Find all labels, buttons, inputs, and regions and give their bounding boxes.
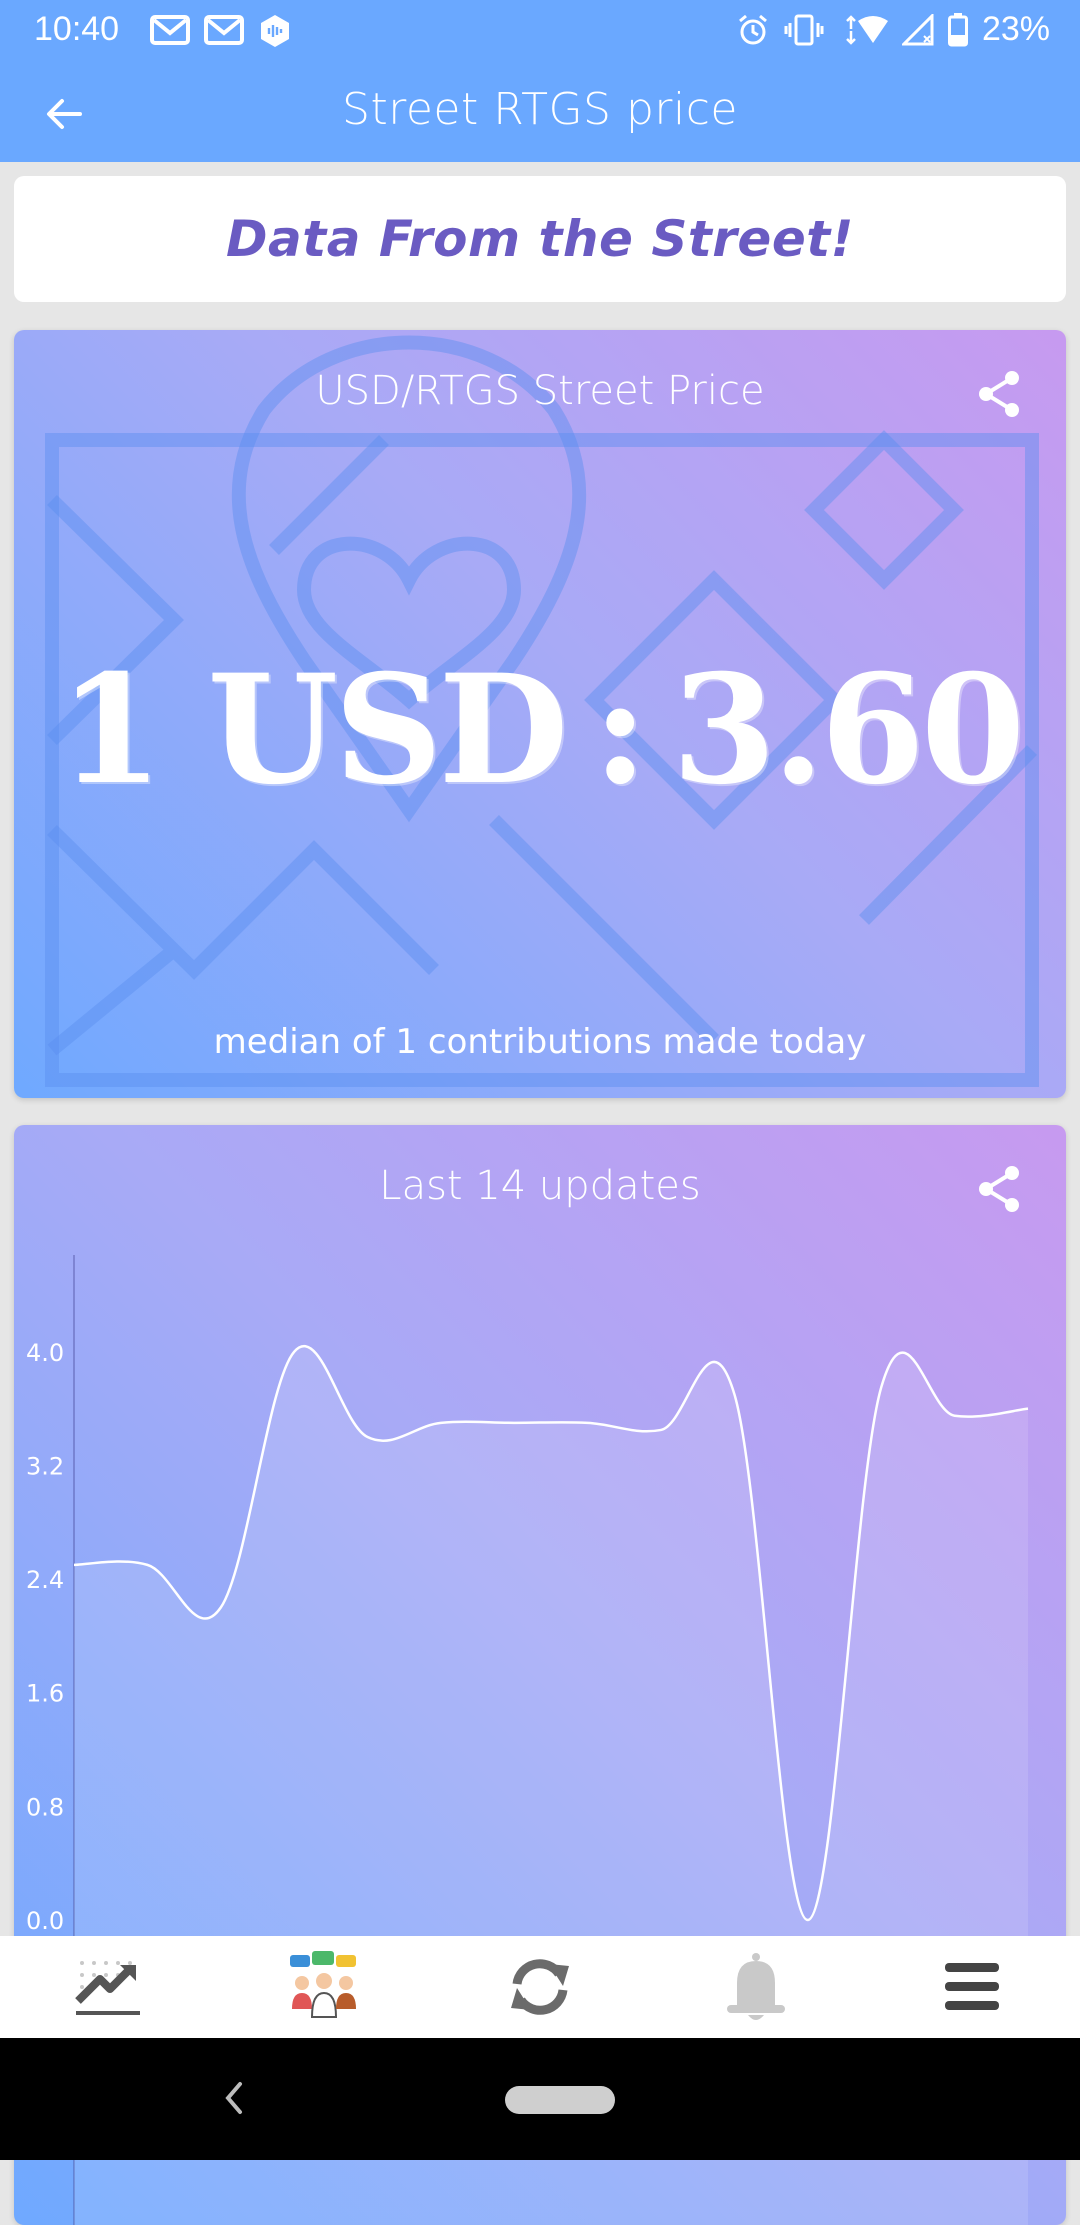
banner-text: Data From the Street! [226,210,854,268]
refresh-icon [511,1959,569,2015]
data-point [365,1434,371,1440]
system-navigation-bar [0,2038,1080,2160]
nav-trends[interactable] [58,1942,158,2032]
community-chat-icon [290,1951,356,2018]
nav-notifications[interactable] [706,1942,806,2032]
price-card: USD/RTGS Street Price 1 USD : 3.60 media… [14,330,1066,1098]
data-point [218,1605,224,1611]
price-card-title: USD/RTGS Street Price [315,368,765,414]
gmail-icon [150,15,190,45]
nav-refresh[interactable] [490,1942,590,2032]
data-point [438,1420,444,1426]
system-back-icon[interactable] [222,2080,246,2116]
data-point [878,1384,884,1390]
status-time: 10:40 [34,10,120,48]
bottom-nav [0,1936,1080,2038]
street-data-banner: Data From the Street! [14,176,1066,302]
share-icon[interactable] [974,368,1026,420]
battery-icon [947,12,968,46]
y-tick-label: 0.0 [26,1907,64,1935]
page-title: Street RTGS price [342,84,738,135]
nav-community[interactable] [274,1942,374,2032]
app-bar: Street RTGS price [0,64,1080,162]
podcast-icon [261,15,289,47]
data-point [71,1562,77,1568]
nav-menu[interactable] [922,1942,1022,2032]
y-tick-label: 3.2 [26,1452,64,1480]
data-point [658,1427,664,1433]
data-point [144,1562,150,1568]
status-bar: 10:40 23% [0,0,1080,64]
trend-chart-icon [75,1961,140,2015]
data-point [511,1420,517,1426]
wifi-icon [846,14,888,45]
battery-level: 23% [981,10,1050,48]
data-point [805,1917,811,1923]
bell-icon [727,1953,785,2020]
alarm-icon [738,14,767,44]
price-separator: : [592,642,648,818]
y-tick-label: 0.8 [26,1793,64,1821]
notification-icons [150,14,292,48]
price-display: 1 USD : 3.60 [14,630,1066,830]
y-tick-label: 4.0 [26,1339,64,1367]
data-point [731,1391,737,1397]
data-point [1025,1406,1031,1412]
vibrate-icon [784,14,824,45]
y-tick-label: 2.4 [26,1566,64,1594]
data-point [952,1413,958,1419]
price-rate: 3.60 [671,642,1025,818]
signal-icon [901,13,934,45]
gmail-icon [204,15,244,45]
data-point [291,1349,297,1355]
system-home-button[interactable] [505,2086,615,2114]
price-base: 1 USD [58,642,569,818]
system-status: 23% [736,10,1050,49]
data-point [585,1420,591,1426]
menu-icon [945,1963,999,2010]
contributions-note: median of 1 contributions made today [213,1022,867,1062]
y-tick-label: 1.6 [26,1680,64,1708]
